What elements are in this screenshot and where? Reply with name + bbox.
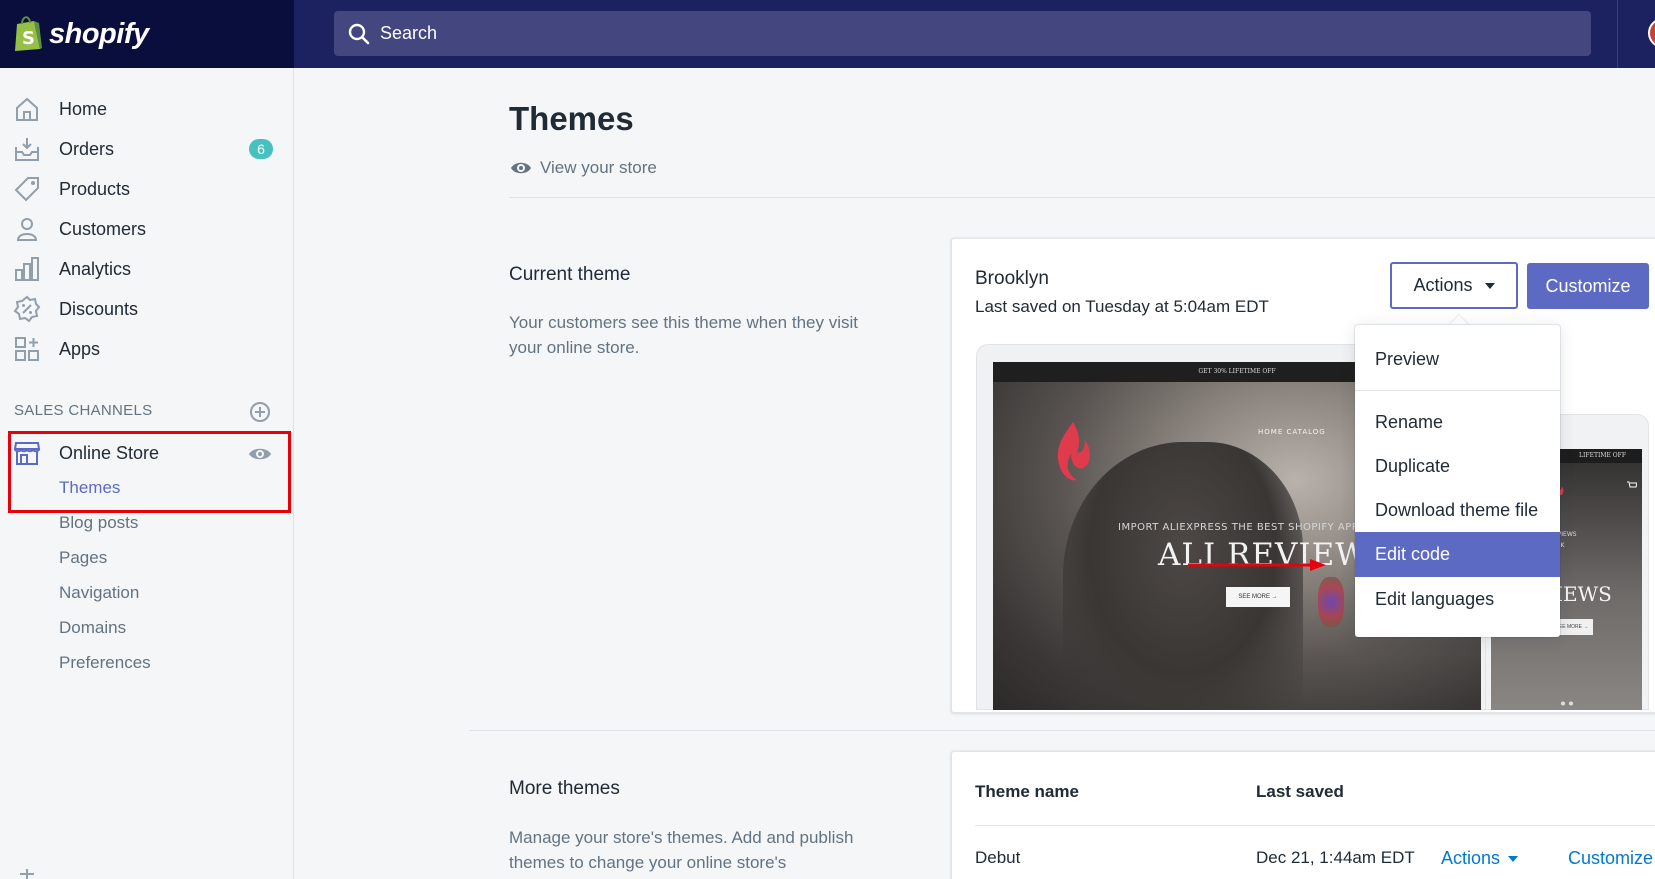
shopify-logo[interactable]: S shopify <box>0 0 294 68</box>
sidebar-item-label: Customers <box>59 218 147 239</box>
svg-text:S: S <box>22 28 35 49</box>
sidebar-item-orders[interactable]: Orders 6 <box>0 129 294 169</box>
hero-portrait-shape <box>1063 442 1303 710</box>
more-themes-description: Manage your store's themes. Add and publ… <box>509 828 854 872</box>
caret-down-icon <box>1484 282 1495 289</box>
caret-down-icon <box>1508 855 1519 862</box>
menu-item-edit-languages[interactable]: Edit languages <box>1355 577 1560 622</box>
view-store-eye-icon[interactable] <box>248 446 272 462</box>
divider <box>469 730 1655 731</box>
top-bar: S shopify Search <box>0 0 1655 68</box>
sidebar-subitem-preferences[interactable]: Preferences <box>59 653 151 673</box>
theme-row-actions-link[interactable]: Actions <box>1441 848 1519 869</box>
sidebar-subitem-themes[interactable]: Themes <box>59 478 120 498</box>
sidebar-subitem-blog-posts[interactable]: Blog posts <box>59 513 138 533</box>
bar-chart-icon <box>15 257 39 281</box>
sidebar-item-discounts[interactable]: Discounts <box>0 289 294 329</box>
customize-button[interactable]: Customize <box>1527 263 1649 309</box>
sidebar-item-home[interactable]: Home <box>0 89 294 129</box>
eye-icon <box>511 162 531 174</box>
theme-row-customize-link[interactable]: Customize <box>1568 848 1653 869</box>
store-icon <box>13 442 41 465</box>
orders-icon <box>15 138 39 161</box>
current-theme-last-saved: Last saved on Tuesday at 5:04am EDT <box>975 297 1269 316</box>
view-store-label: View your store <box>540 158 657 177</box>
cart-icon <box>1627 481 1637 488</box>
sidebar-item-label: Analytics <box>59 258 132 279</box>
avatar[interactable] <box>1648 18 1655 48</box>
menu-item-duplicate[interactable]: Duplicate <box>1355 444 1560 489</box>
preview-nav: HOME CATALOG <box>1258 428 1326 436</box>
page-title: Themes <box>509 100 634 137</box>
home-icon <box>16 97 38 121</box>
sidebar-subitem-pages[interactable]: Pages <box>59 548 107 568</box>
actions-button-label: Actions <box>1413 275 1473 295</box>
tag-icon <box>14 177 39 202</box>
theme-row-actions-label: Actions <box>1441 848 1501 868</box>
orders-count-badge: 6 <box>249 139 273 159</box>
sidebar-item-customers[interactable]: Customers <box>0 209 294 249</box>
customize-button-label: Customize <box>1545 275 1631 296</box>
sidebar-item-online-store[interactable]: Online Store <box>59 443 159 464</box>
sales-channels-heading: SALES CHANNELS <box>14 402 153 419</box>
view-store-link[interactable]: View your store <box>510 158 657 178</box>
menu-divider <box>1355 390 1560 391</box>
menu-item-rename[interactable]: Rename <box>1355 400 1560 445</box>
sidebar-subitem-navigation[interactable]: Navigation <box>59 583 139 603</box>
sidebar-item-products[interactable]: Products <box>0 169 294 209</box>
column-header-last-saved: Last saved <box>1256 782 1344 801</box>
theme-row-last-saved: Dec 21, 1:44am EDT <box>1256 848 1415 867</box>
search-input[interactable]: Search <box>334 11 1591 56</box>
theme-row-name: Debut <box>975 848 1021 867</box>
preview-see-more-button: SEE MORE → <box>1226 587 1290 607</box>
red-arrow-icon <box>1188 559 1326 571</box>
earring-shape <box>1318 577 1344 627</box>
current-theme-heading: Current theme <box>509 264 631 285</box>
actions-button[interactable]: Actions <box>1390 262 1518 309</box>
divider <box>509 197 1655 198</box>
topbar-divider <box>1617 0 1618 68</box>
menu-item-edit-code[interactable]: Edit code <box>1355 532 1560 577</box>
shopify-bag-icon: S <box>15 16 42 51</box>
settings-icon[interactable] <box>16 868 38 879</box>
current-theme-description: Your customers see this theme when they … <box>509 313 858 357</box>
flame-logo-icon <box>1057 422 1091 481</box>
sidebar-item-label: Discounts <box>59 298 139 319</box>
sidebar-subitem-domains[interactable]: Domains <box>59 618 126 638</box>
table-divider <box>975 825 1655 826</box>
more-themes-heading: More themes <box>509 778 620 799</box>
sidebar-item-label: Products <box>59 178 131 199</box>
sidebar-item-label: Home <box>59 98 108 119</box>
menu-item-download-theme-file[interactable]: Download theme file <box>1355 488 1560 533</box>
current-theme-name: Brooklyn <box>975 268 1049 289</box>
sidebar-item-label: Orders <box>59 138 115 159</box>
carousel-dots-icon <box>1561 701 1573 706</box>
search-placeholder: Search <box>380 23 438 43</box>
person-icon <box>16 218 38 241</box>
add-sales-channel-icon[interactable] <box>249 401 271 423</box>
sidebar-item-analytics[interactable]: Analytics <box>0 249 294 289</box>
column-header-theme-name: Theme name <box>975 782 1079 801</box>
brand-name: shopify <box>49 17 149 50</box>
sidebar-item-label: Apps <box>59 338 101 359</box>
sidebar-item-apps[interactable]: Apps <box>0 329 294 369</box>
menu-item-preview[interactable]: Preview <box>1355 337 1560 382</box>
discount-icon <box>13 295 41 323</box>
search-icon <box>348 23 370 44</box>
apps-icon <box>15 337 39 361</box>
sidebar: Home Orders 6 Products Customers Analyti… <box>0 68 294 879</box>
actions-dropdown-menu: Preview Rename Duplicate Download theme … <box>1355 325 1560 637</box>
